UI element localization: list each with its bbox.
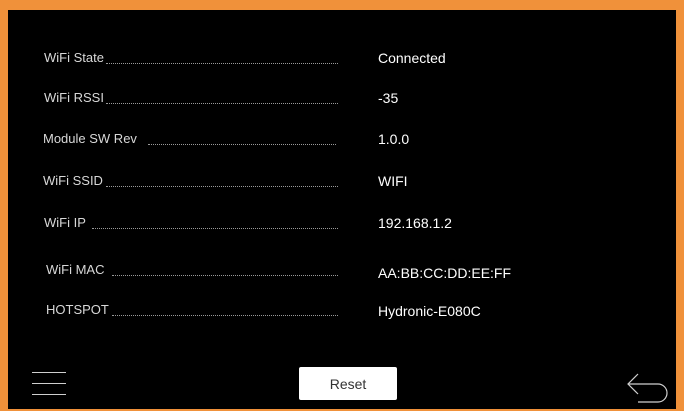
reset-button[interactable]: Reset xyxy=(299,367,397,400)
info-row-wifi-rssi: WiFi RSSI -35 xyxy=(8,86,676,110)
wifi-mac-label: WiFi MAC xyxy=(46,262,105,277)
module-sw-rev-value: 1.0.0 xyxy=(378,131,410,147)
wifi-ip-label: WiFi IP xyxy=(44,215,86,230)
leader-dots xyxy=(106,46,338,70)
info-row-hotspot: HOTSPOT Hydronic-E080C xyxy=(8,298,676,322)
wifi-rssi-label: WiFi RSSI xyxy=(44,90,104,105)
back-arrow-icon[interactable] xyxy=(624,368,672,404)
leader-dots xyxy=(112,258,338,282)
info-row-wifi-mac: WiFi MAC AA:BB:CC:DD:EE:FF xyxy=(8,258,676,282)
hotspot-label: HOTSPOT xyxy=(46,302,109,317)
wifi-ssid-label: WiFi SSID xyxy=(43,173,103,188)
hotspot-value: Hydronic-E080C xyxy=(378,303,481,319)
wifi-rssi-value: -35 xyxy=(378,90,399,106)
leader-dots xyxy=(92,211,338,235)
info-row-module-sw-rev: Module SW Rev 1.0.0 xyxy=(8,127,676,151)
info-row-wifi-ip: WiFi IP 192.168.1.2 xyxy=(8,211,676,235)
screen-frame: WiFi State Connected WiFi RSSI -35 Modul… xyxy=(0,0,684,411)
wifi-ip-value: 192.168.1.2 xyxy=(378,215,452,231)
module-sw-rev-label: Module SW Rev xyxy=(43,131,137,146)
wifi-state-value: Connected xyxy=(378,50,446,66)
wifi-mac-value: AA:BB:CC:DD:EE:FF xyxy=(378,265,512,281)
info-row-wifi-state: WiFi State Connected xyxy=(8,46,676,70)
leader-dots xyxy=(106,86,338,110)
leader-dots xyxy=(106,169,338,193)
leader-dots xyxy=(148,127,336,151)
hamburger-menu-icon[interactable] xyxy=(32,370,66,398)
wifi-state-label: WiFi State xyxy=(44,50,104,65)
leader-dots xyxy=(112,298,338,322)
wifi-ssid-value: WIFI xyxy=(378,173,408,189)
info-row-wifi-ssid: WiFi SSID WIFI xyxy=(8,169,676,193)
